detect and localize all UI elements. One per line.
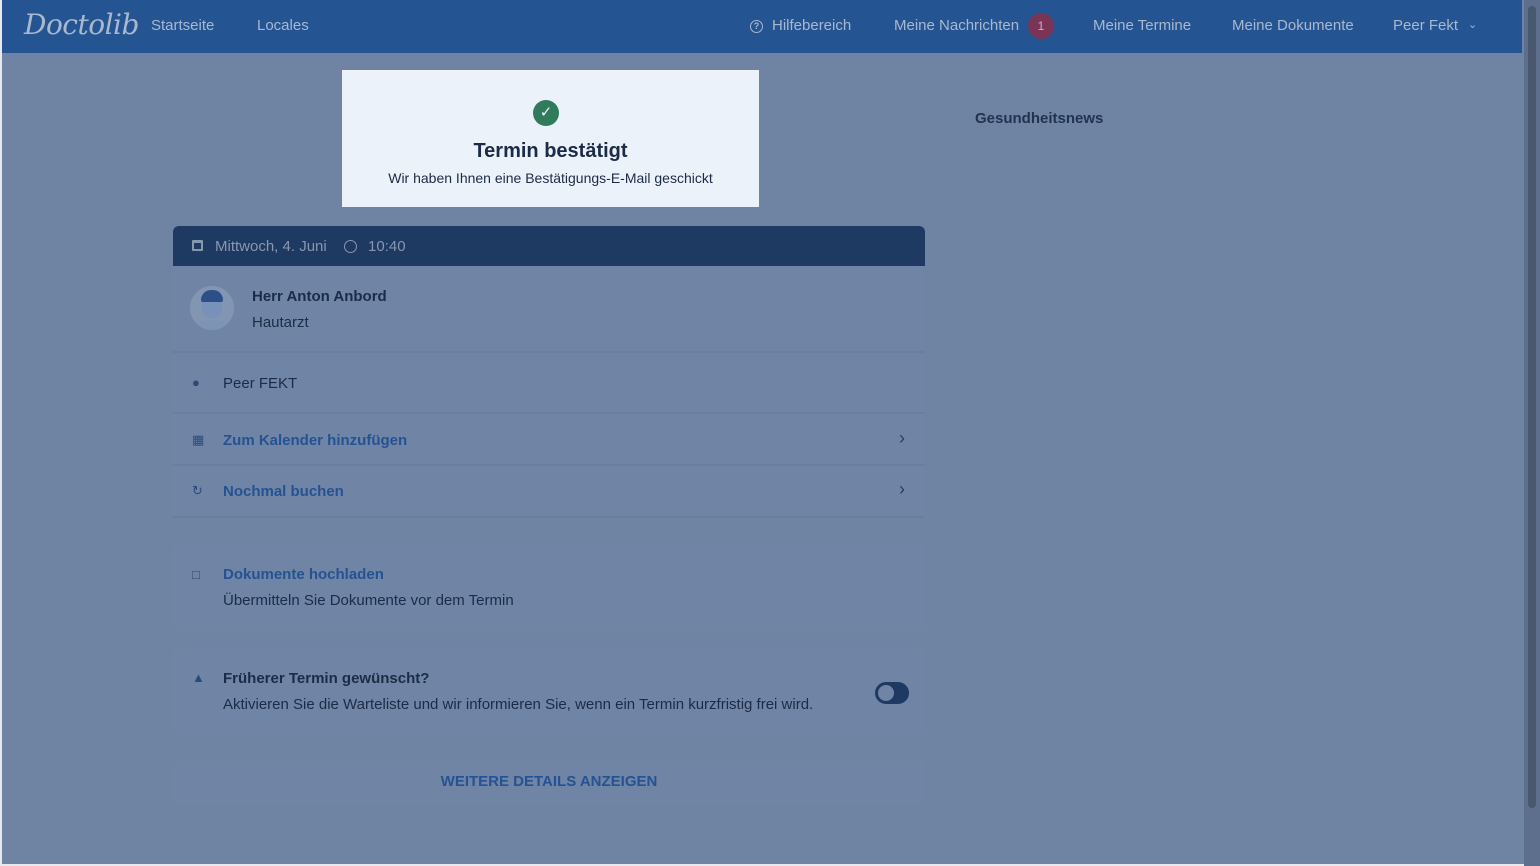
nav-locales[interactable]: Locales [257, 17, 309, 34]
chevron-down-icon: ⌄ [1468, 19, 1478, 31]
waitlist-title: Früherer Termin gewünscht? [223, 670, 430, 687]
book-again-row[interactable]: ↻ Nochmal buchen › [173, 466, 925, 518]
health-news-title: Gesundheitsnews [975, 110, 1104, 127]
nav-help-label: Hilfebereich [772, 17, 852, 34]
nav-help[interactable]: ? Hilfebereich [750, 17, 851, 34]
confirmation-toast: ✓ Termin bestätigt Wir haben Ihnen eine … [342, 70, 759, 207]
clock-icon [344, 240, 357, 253]
more-details-button[interactable]: WEITERE DETAILS ANZEIGEN [173, 761, 925, 803]
bell-icon: ▲ [192, 670, 205, 685]
messages-count-badge: 1 [1028, 13, 1054, 39]
nav-messages[interactable]: Meine Nachrichten [894, 17, 1019, 34]
appointment-time: 10:40 [368, 238, 406, 255]
upload-documents-box[interactable]: □ Dokumente hochladen Übermitteln Sie Do… [173, 544, 925, 630]
appointment-card-header: Mittwoch, 4. Juni 10:40 [173, 226, 925, 266]
scrollbar-thumb[interactable] [1528, 6, 1536, 808]
upload-documents-subtitle: Übermitteln Sie Dokumente vor dem Termin [223, 592, 514, 609]
patient-row: ● Peer FEKT [173, 353, 925, 414]
chevron-right-icon: › [899, 479, 905, 499]
chevron-right-icon: › [899, 428, 905, 448]
book-again-link[interactable]: Nochmal buchen [223, 483, 344, 500]
refresh-icon: ↻ [192, 483, 203, 498]
nav-documents[interactable]: Meine Dokumente [1232, 17, 1354, 34]
appointment-card: Herr Anton Anbord Hautarzt ● Peer FEKT ▦… [173, 266, 925, 518]
user-menu[interactable]: Peer Fekt ⌄ [1393, 17, 1477, 34]
user-menu-label: Peer Fekt [1393, 17, 1459, 34]
calendar-add-icon: ▦ [192, 432, 205, 447]
doctor-avatar [190, 286, 234, 330]
appointment-date: Mittwoch, 4. Juni [215, 238, 327, 255]
nav-startseite[interactable]: Startseite [151, 17, 214, 34]
scrollbar[interactable] [1524, 0, 1540, 866]
upload-documents-link[interactable]: Dokumente hochladen [223, 566, 384, 583]
top-navigation-bar: Doctolib Startseite Locales ? Hilfebereic… [2, 0, 1522, 53]
waitlist-box: ▲ Früherer Termin gewünscht? Aktivieren … [173, 648, 925, 734]
calendar-icon [192, 240, 203, 251]
help-icon: ? [750, 20, 763, 33]
check-circle-icon: ✓ [533, 100, 559, 126]
toggle-knob [878, 685, 894, 701]
add-to-calendar-row[interactable]: ▦ Zum Kalender hinzufügen › [173, 414, 925, 466]
add-to-calendar-link[interactable]: Zum Kalender hinzufügen [223, 432, 407, 449]
doctor-name: Herr Anton Anbord [252, 288, 387, 305]
doctor-specialty: Hautarzt [252, 314, 309, 331]
doctolib-logo[interactable]: Doctolib [24, 8, 139, 41]
toast-title: Termin bestätigt [473, 140, 628, 162]
document-icon: □ [192, 567, 200, 582]
doctor-row[interactable]: Herr Anton Anbord Hautarzt [173, 266, 925, 353]
toast-subtitle: Wir haben Ihnen eine Bestätigungs-E-Mail… [388, 170, 713, 186]
user-icon: ● [192, 375, 200, 390]
waitlist-subtitle: Aktivieren Sie die Warteliste und wir in… [223, 696, 814, 713]
waitlist-toggle[interactable] [875, 682, 909, 704]
patient-name: Peer FEKT [223, 375, 298, 392]
nav-appointments[interactable]: Meine Termine [1093, 17, 1191, 34]
